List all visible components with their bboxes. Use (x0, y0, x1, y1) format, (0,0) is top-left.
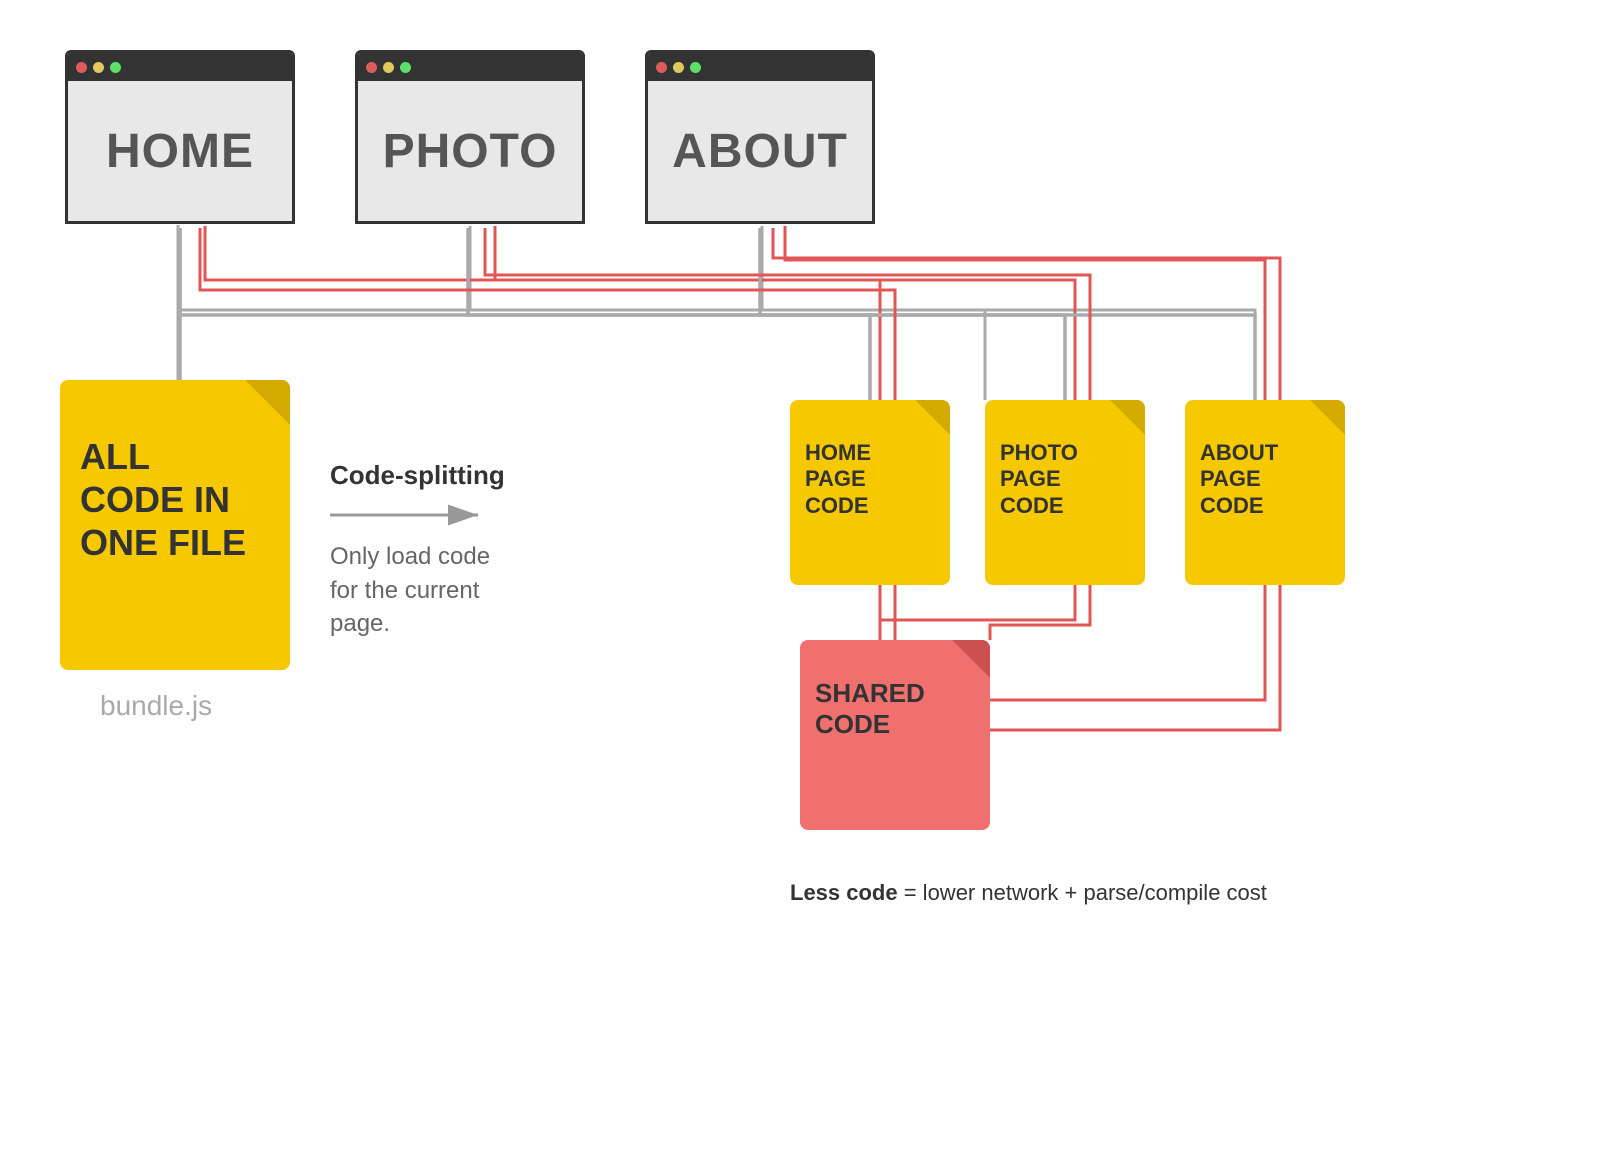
browser-home-label: HOME (106, 124, 254, 179)
browser-about-content: ABOUT (648, 81, 872, 221)
dot-red-home (76, 62, 87, 73)
home-page-code-text: HOME PAGE CODE (805, 440, 871, 519)
dot-red-photo (366, 62, 377, 73)
browser-about-titlebar (648, 53, 872, 81)
browser-about: ABOUT (645, 50, 875, 224)
bundle-file-text: ALL CODE IN ONE FILE (80, 435, 246, 565)
browser-photo-titlebar (358, 53, 582, 81)
shared-code-doc: SHARED CODE (800, 640, 990, 830)
dot-red-about (656, 62, 667, 73)
about-page-code-doc: ABOUT PAGE CODE (1185, 400, 1345, 585)
code-splitting-description: Only load code for the current page. (330, 540, 490, 641)
browser-photo: PHOTO (355, 50, 585, 224)
code-splitting-title: Code-splitting (330, 460, 505, 491)
dot-green-about (690, 62, 701, 73)
less-code-footer: Less code = lower network + parse/compil… (790, 880, 1267, 906)
shared-code-text: SHARED CODE (815, 678, 925, 740)
dot-yellow-photo (383, 62, 394, 73)
browser-photo-label: PHOTO (383, 124, 558, 179)
dot-green-home (110, 62, 121, 73)
about-page-code-text: ABOUT PAGE CODE (1200, 440, 1278, 519)
dot-yellow-home (93, 62, 104, 73)
dot-green-photo (400, 62, 411, 73)
browser-home-titlebar (68, 53, 292, 81)
less-code-rest: = lower network + parse/compile cost (898, 880, 1267, 905)
home-page-code-doc: HOME PAGE CODE (790, 400, 950, 585)
bundle-file: ALL CODE IN ONE FILE (60, 380, 290, 670)
browser-about-label: ABOUT (672, 124, 848, 179)
photo-page-code-doc: PHOTO PAGE CODE (985, 400, 1145, 585)
dot-yellow-about (673, 62, 684, 73)
diagram-container: HOME PHOTO ABOUT ALL CODE IN ONE FILE (0, 0, 1600, 1150)
browser-home: HOME (65, 50, 295, 224)
browser-photo-content: PHOTO (358, 81, 582, 221)
arrow-svg (330, 500, 490, 530)
browser-home-content: HOME (68, 81, 292, 221)
photo-page-code-text: PHOTO PAGE CODE (1000, 440, 1078, 519)
bundle-js-label: bundle.js (100, 690, 212, 722)
less-code-bold: Less code (790, 880, 898, 905)
code-splitting-arrow (330, 500, 490, 530)
